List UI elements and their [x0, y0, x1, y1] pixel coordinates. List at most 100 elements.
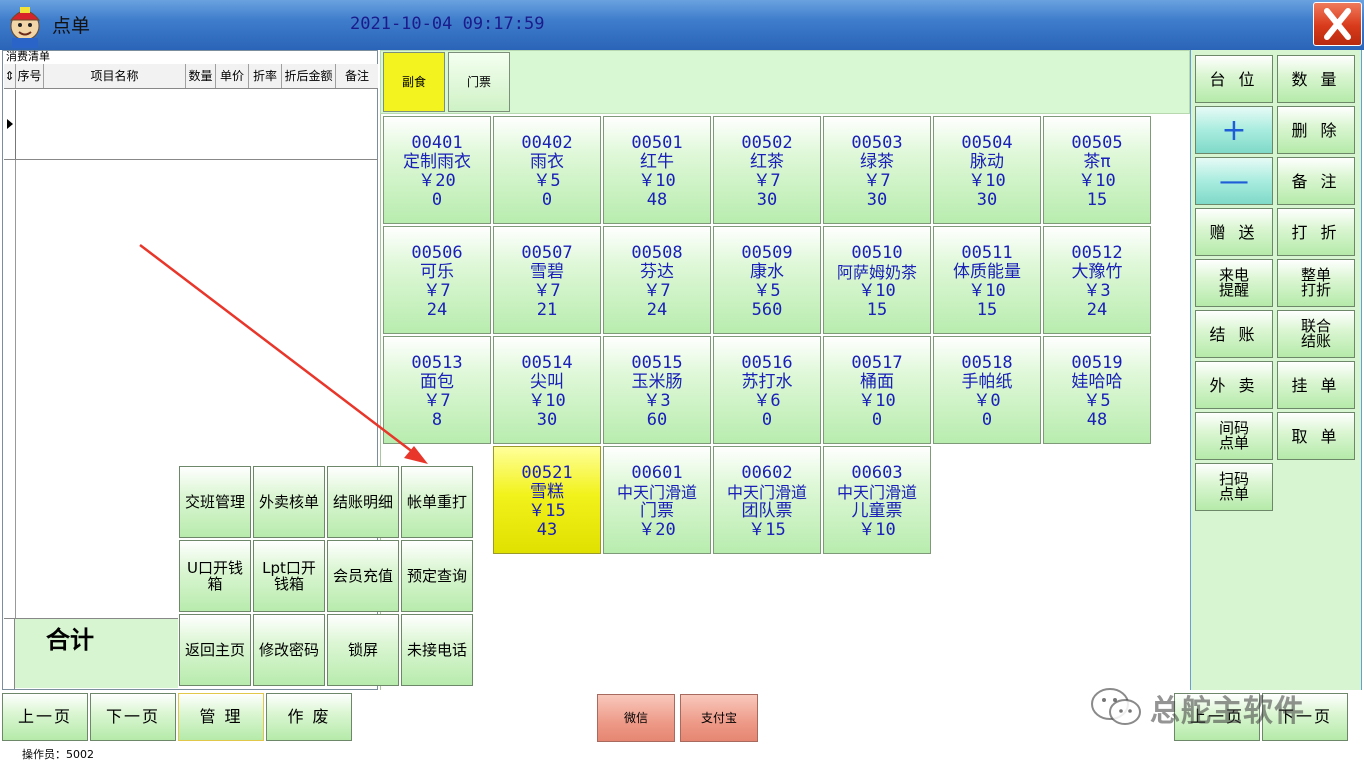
grid-divider	[4, 159, 378, 160]
product-name: 绿茶	[860, 152, 894, 172]
product-button[interactable]: 00512 大豫竹 ￥3 24	[1043, 226, 1151, 334]
function-label: 结 账	[1209, 324, 1259, 344]
function-button[interactable]: 台 位	[1195, 55, 1273, 103]
menu-item-label: 未接电话	[406, 641, 467, 659]
product-button[interactable]: 00602 中天门滑道 团队票 ￥15	[713, 446, 821, 554]
product-code: 00601	[631, 463, 683, 483]
product-button[interactable]: 00516 苏打水 ￥6 0	[713, 336, 821, 444]
wechat-pay-button[interactable]: 微信	[597, 694, 675, 742]
product-button[interactable]: 00505 茶π ￥10 15	[1043, 116, 1151, 224]
function-button[interactable]: 整单 打折	[1277, 259, 1355, 307]
next-page-button[interactable]: 下一页	[90, 693, 176, 741]
product-name: 中天门滑道	[616, 483, 697, 502]
close-button[interactable]	[1313, 2, 1362, 46]
product-code: 00506	[411, 243, 463, 263]
product-button[interactable]: 00603 中天门滑道 儿童票 ￥10	[823, 446, 931, 554]
order-list-caption: 消费清单	[6, 50, 50, 63]
product-button[interactable]: 00513 面包 ￥7 8	[383, 336, 491, 444]
management-menu-item[interactable]: 未接电话	[401, 614, 473, 686]
product-button[interactable]: 00518 手帕纸 ￥0 0	[933, 336, 1041, 444]
product-name: 雨衣	[530, 152, 564, 172]
column-header[interactable]: 折率	[249, 64, 282, 88]
product-button[interactable]: 00509 康水 ￥5 560	[713, 226, 821, 334]
function-label: 赠 送	[1209, 222, 1259, 242]
management-menu-item[interactable]: 外卖核单	[253, 466, 325, 538]
management-menu-item[interactable]: Lpt口开 钱箱	[253, 540, 325, 612]
product-button[interactable]: 00601 中天门滑道 门票 ￥20	[603, 446, 711, 554]
function-button[interactable]: 数 量	[1277, 55, 1355, 103]
product-code: 00517	[851, 353, 903, 373]
product-button[interactable]: 00401 定制雨衣 ￥20 0	[383, 116, 491, 224]
product-button[interactable]: 00502 红茶 ￥7 30	[713, 116, 821, 224]
function-button[interactable]: 打 折	[1277, 208, 1355, 256]
product-button[interactable]: 00508 芬达 ￥7 24	[603, 226, 711, 334]
column-header[interactable]: 序号	[16, 64, 44, 88]
product-button[interactable]: 00511 体质能量 ￥10 15	[933, 226, 1041, 334]
sort-icon[interactable]: ⇕	[4, 64, 16, 88]
column-header[interactable]: 单价	[216, 64, 249, 88]
management-menu-item[interactable]: 修改密码	[253, 614, 325, 686]
manage-button[interactable]: 管 理	[178, 693, 264, 741]
function-button[interactable]: 赠 送	[1195, 208, 1273, 256]
management-menu-item[interactable]: 交班管理	[179, 466, 251, 538]
function-label: 数 量	[1291, 69, 1341, 89]
product-button[interactable]: 00514 尖叫 ￥10 30	[493, 336, 601, 444]
product-code: 00502	[741, 133, 793, 153]
function-label: 打折	[1300, 281, 1331, 299]
management-menu-item[interactable]: 预定查询	[401, 540, 473, 612]
menu-item-label: 返回主页	[184, 641, 245, 659]
function-button[interactable]: 联合 结账	[1277, 310, 1355, 358]
function-button[interactable]: 扫码 点单	[1195, 463, 1273, 511]
increase-quantity-button[interactable]: +	[1195, 106, 1273, 154]
column-header[interactable]: 项目名称	[44, 64, 186, 88]
function-button[interactable]: 挂 单	[1277, 361, 1355, 409]
product-button[interactable]: 00517 桶面 ￥10 0	[823, 336, 931, 444]
function-button[interactable]: 外 卖	[1195, 361, 1273, 409]
wechat-logo-icon	[1091, 688, 1141, 725]
function-button[interactable]: 取 单	[1277, 412, 1355, 460]
product-code: 00513	[411, 353, 463, 373]
product-button[interactable]: 00506 可乐 ￥7 24	[383, 226, 491, 334]
product-price: ￥3	[643, 391, 671, 411]
management-menu-item[interactable]: 帐单重打	[401, 466, 473, 538]
product-code: 00507	[521, 243, 573, 263]
product-button[interactable]: 00501 红牛 ￥10 48	[603, 116, 711, 224]
management-menu-item[interactable]: 会员充值	[327, 540, 399, 612]
prev-page-button[interactable]: 上一页	[2, 693, 88, 741]
product-code: 00515	[631, 353, 683, 373]
product-button[interactable]: 00510 阿萨姆奶茶 ￥10 15	[823, 226, 931, 334]
menu-item-label: 锁屏	[347, 641, 378, 659]
product-price: ￥10	[1078, 171, 1116, 191]
alipay-button[interactable]: 支付宝	[680, 694, 758, 742]
function-button[interactable]: 删 除	[1277, 106, 1355, 154]
management-menu-item[interactable]: 结账明细	[327, 466, 399, 538]
management-menu-item[interactable]: 锁屏	[327, 614, 399, 686]
product-button[interactable]: 00503 绿茶 ￥7 30	[823, 116, 931, 224]
product-button[interactable]: 00521 雪糕 ￥15 43	[493, 446, 601, 554]
window-title: 点单	[52, 15, 91, 37]
menu-item-label: 外卖核单	[258, 493, 319, 511]
decrease-quantity-button[interactable]: —	[1195, 157, 1273, 205]
product-button[interactable]: 00507 雪碧 ￥7 21	[493, 226, 601, 334]
function-button[interactable]: 结 账	[1195, 310, 1273, 358]
symbol-icon: —	[1219, 163, 1249, 199]
function-label: 结账	[1300, 332, 1331, 350]
function-button[interactable]: 间码 点单	[1195, 412, 1273, 460]
product-button[interactable]: 00504 脉动 ￥10 30	[933, 116, 1041, 224]
void-button[interactable]: 作 废	[266, 693, 352, 741]
menu-item-label: U口开钱	[187, 559, 243, 577]
column-header[interactable]: 折后金额	[282, 64, 336, 88]
column-header[interactable]: 备注	[336, 64, 378, 88]
function-button[interactable]: 备 注	[1277, 157, 1355, 205]
product-button[interactable]: 00515 玉米肠 ￥3 60	[603, 336, 711, 444]
current-row-indicator[interactable]	[4, 90, 16, 160]
tab-tickets[interactable]: 门票	[448, 52, 510, 112]
management-menu-item[interactable]: 返回主页	[179, 614, 251, 686]
product-button[interactable]: 00402 雨衣 ￥5 0	[493, 116, 601, 224]
tab-snacks[interactable]: 副食	[383, 52, 445, 112]
column-header[interactable]: 数量	[186, 64, 216, 88]
function-button[interactable]: 来电 提醒	[1195, 259, 1273, 307]
management-menu-item[interactable]: U口开钱箱	[179, 540, 251, 612]
product-button[interactable]: 00519 娃哈哈 ￥5 48	[1043, 336, 1151, 444]
product-name: 体质能量	[953, 262, 1021, 282]
